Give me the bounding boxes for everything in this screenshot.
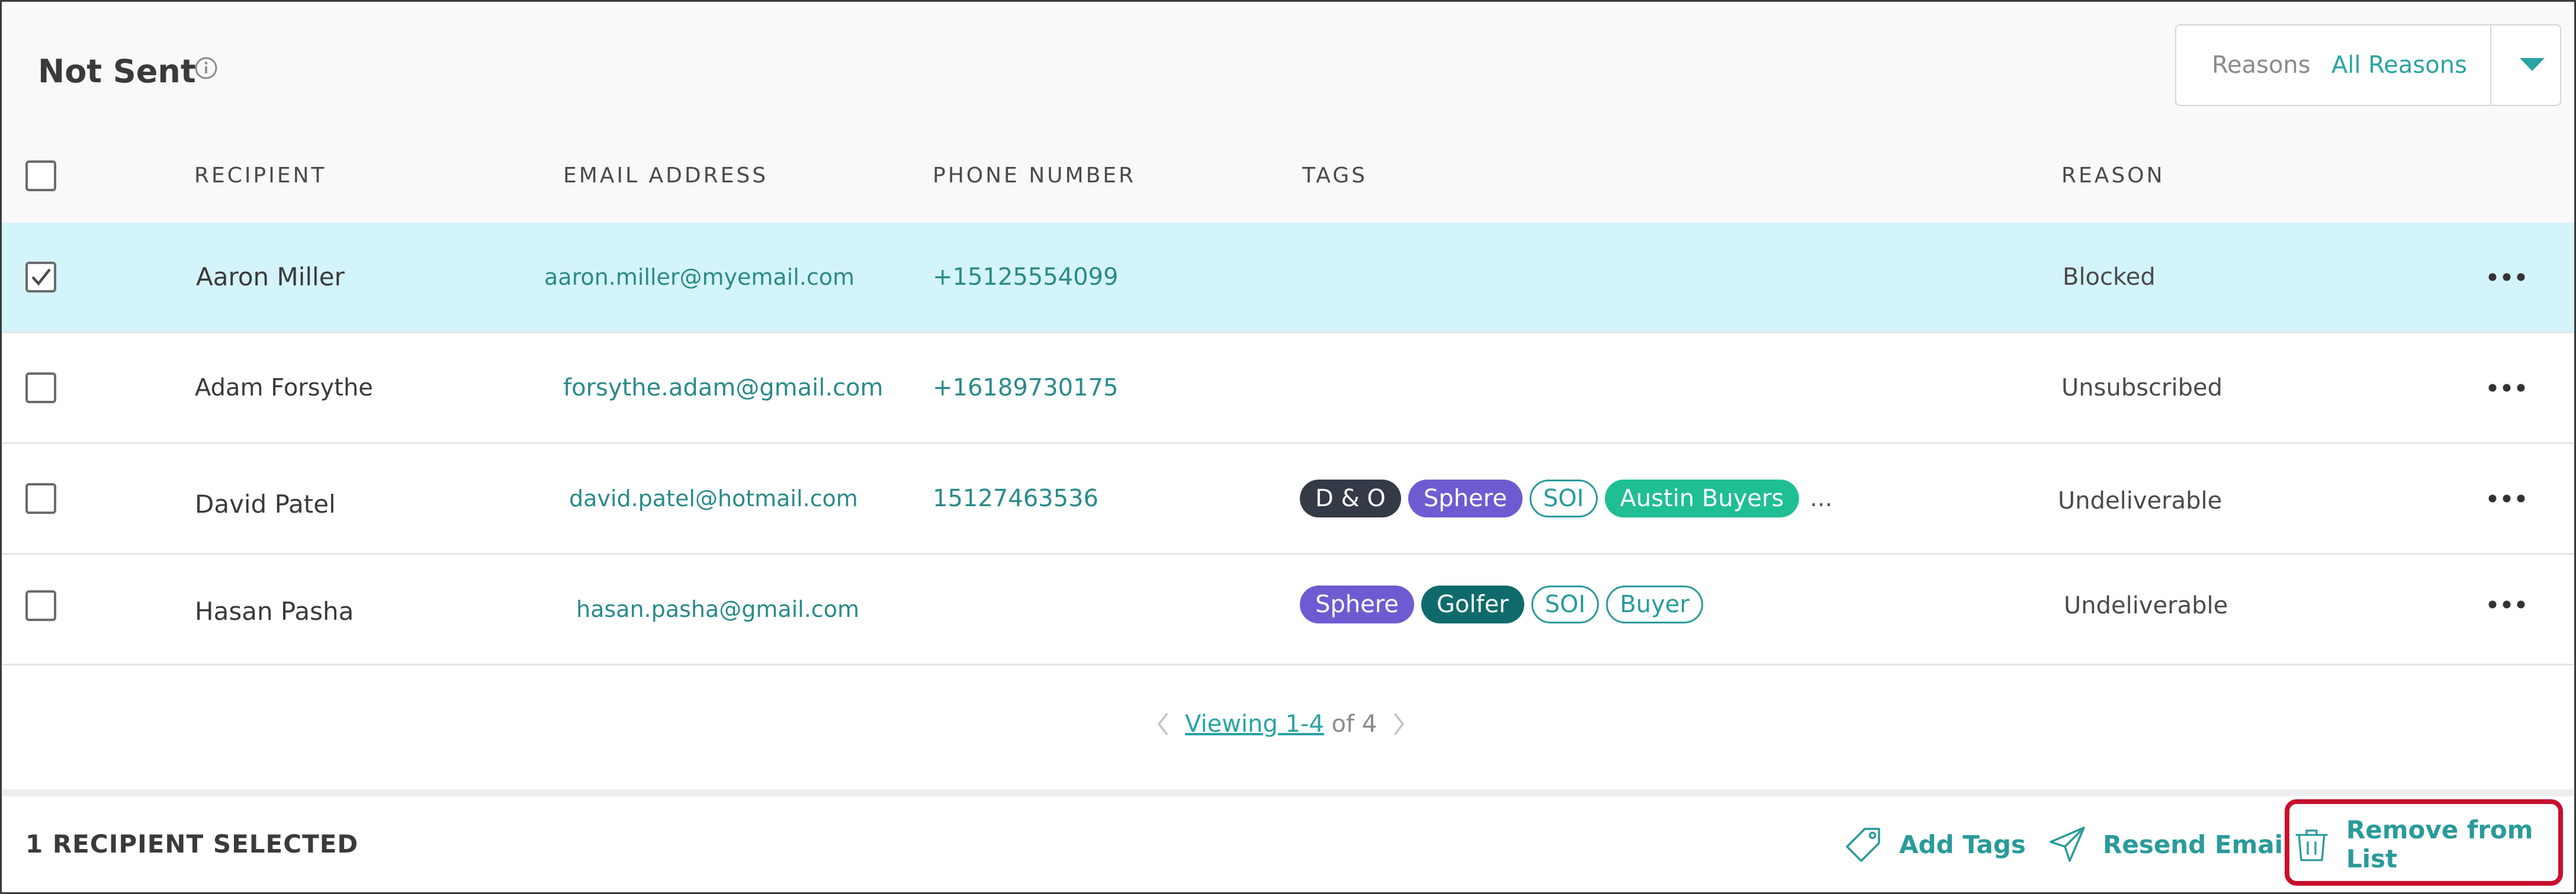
recipient-name[interactable]: David Patel [195, 450, 336, 559]
more-options-icon[interactable] [2486, 223, 2527, 332]
info-icon[interactable] [194, 56, 218, 80]
tag-chip[interactable]: Sphere [1408, 480, 1523, 517]
tag-chip[interactable]: Golfer [1421, 586, 1524, 623]
more-options-icon[interactable] [2486, 444, 2527, 553]
reasons-filter-divider [2490, 25, 2491, 105]
row-checkbox[interactable] [25, 372, 56, 403]
row-checkbox[interactable] [25, 483, 56, 514]
reason: Unsubscribed [2061, 374, 2222, 401]
row-checkbox-checked[interactable] [25, 262, 56, 292]
not-sent-panel: Not Sent Reasons All Reasons RECIPIENT E… [0, 0, 2576, 894]
email-address[interactable]: aaron.miller@myemail.com [544, 223, 855, 332]
row-checkbox[interactable] [25, 590, 56, 621]
reasons-filter-value: All Reasons [2331, 52, 2467, 79]
page-title: Not Sent [38, 53, 196, 90]
chevron-right-icon[interactable] [1392, 712, 1405, 737]
caret-down-icon[interactable] [2504, 25, 2560, 105]
more-options-icon[interactable] [2486, 333, 2527, 442]
tag-chip[interactable]: Austin Buyers [1604, 480, 1800, 517]
panel-header: Not Sent Reasons All Reasons [2, 2, 2574, 129]
more-options-icon[interactable] [2486, 550, 2527, 659]
column-header-phone[interactable]: PHONE NUMBER [933, 129, 1136, 223]
reason: Undeliverable [2058, 487, 2222, 514]
send-icon [2050, 827, 2085, 862]
phone-number[interactable]: 15127463536 [933, 444, 1099, 553]
chevron-left-icon[interactable] [1157, 712, 1170, 737]
table-row[interactable]: David Patel david.patel@hotmail.com 1512… [2, 444, 2574, 555]
resend-email-label: Resend Email [2103, 829, 2292, 859]
footer-divider [2, 789, 2574, 796]
add-tags-button[interactable]: Add Tags [1845, 796, 2026, 892]
table-header: RECIPIENT EMAIL ADDRESS PHONE NUMBER TAG… [2, 129, 2574, 223]
tag-list: Sphere Golfer SOI Buyer [1300, 550, 1703, 659]
pagination: Viewing 1-4 of 4 [1157, 706, 1405, 742]
recipient-name[interactable]: Adam Forsythe [195, 333, 373, 442]
reasons-filter-dropdown[interactable]: Reasons All Reasons [2175, 24, 2561, 106]
tag-chip[interactable]: SOI [1529, 480, 1598, 517]
recipient-name[interactable]: Hasan Pasha [195, 557, 354, 666]
bulk-actions-bar: 1 RECIPIENT SELECTED Add Tags Resend Ema… [2, 796, 2574, 892]
email-address[interactable]: forsythe.adam@gmail.com [563, 333, 884, 442]
highlight-box [2285, 799, 2563, 886]
more-tags-ellipsis[interactable]: ... [1810, 485, 1832, 512]
checkmark-icon [31, 268, 51, 286]
reason: Undeliverable [2064, 592, 2228, 619]
email-address[interactable]: hasan.pasha@gmail.com [576, 555, 859, 664]
table-row[interactable]: Aaron Miller aaron.miller@myemail.com +1… [2, 223, 2574, 333]
tag-icon [1846, 828, 1880, 862]
column-header-tags[interactable]: TAGS [1302, 129, 1367, 223]
tag-list: D & O Sphere SOI Austin Buyers ... [1300, 444, 1832, 553]
pagination-link[interactable]: Viewing 1-4 [1185, 710, 1324, 738]
tag-chip[interactable]: Buyer [1606, 586, 1703, 623]
tag-chip[interactable]: SOI [1531, 586, 1599, 623]
phone-number[interactable]: +15125554099 [933, 223, 1118, 332]
column-header-reason[interactable]: REASON [2061, 129, 2165, 223]
column-header-email[interactable]: EMAIL ADDRESS [563, 129, 768, 223]
column-header-recipient[interactable]: RECIPIENT [194, 129, 327, 223]
recipient-name[interactable]: Aaron Miller [196, 223, 345, 332]
add-tags-label: Add Tags [1899, 829, 2026, 859]
resend-email-button[interactable]: Resend Email [2048, 796, 2292, 892]
tag-chip[interactable]: D & O [1300, 480, 1401, 517]
reasons-filter-label: Reasons [2212, 52, 2311, 79]
pagination-label: Viewing 1-4 of 4 [1185, 710, 1377, 738]
table-row[interactable]: Adam Forsythe forsythe.adam@gmail.com +1… [2, 333, 2574, 444]
pagination-total: of 4 [1331, 710, 1377, 738]
table-row[interactable]: Hasan Pasha hasan.pasha@gmail.com Sphere… [2, 555, 2574, 665]
tag-chip[interactable]: Sphere [1300, 586, 1414, 623]
reason: Blocked [2063, 263, 2156, 291]
phone-number[interactable]: +16189730175 [933, 333, 1118, 442]
selection-count: 1 RECIPIENT SELECTED [25, 829, 359, 858]
select-all-checkbox[interactable] [25, 160, 56, 191]
email-address[interactable]: david.patel@hotmail.com [569, 444, 858, 553]
